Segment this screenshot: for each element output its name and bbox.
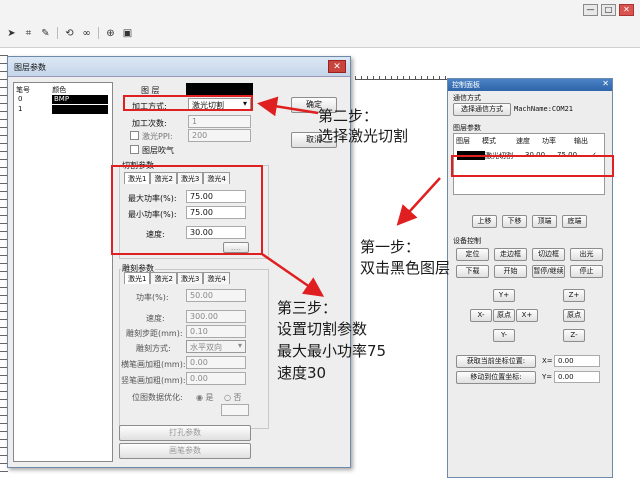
step2-text: 选择激光切割 — [318, 127, 409, 145]
step3-title: 第三步： — [277, 299, 338, 317]
step2-title: 第二步： — [318, 107, 379, 125]
step3-line3: 速度30 — [277, 364, 327, 382]
step3-line1: 设置切割参数 — [277, 320, 368, 338]
arrow-step3 — [261, 252, 325, 297]
step1-text: 双击黑色图层 — [360, 259, 451, 277]
arrow-step1 — [396, 177, 441, 226]
annotation-arrows — [257, 96, 441, 297]
step3-line2: 最大最小功率75 — [277, 342, 387, 360]
arrow-step2 — [257, 96, 319, 117]
step1-title: 第一步： — [360, 238, 421, 256]
